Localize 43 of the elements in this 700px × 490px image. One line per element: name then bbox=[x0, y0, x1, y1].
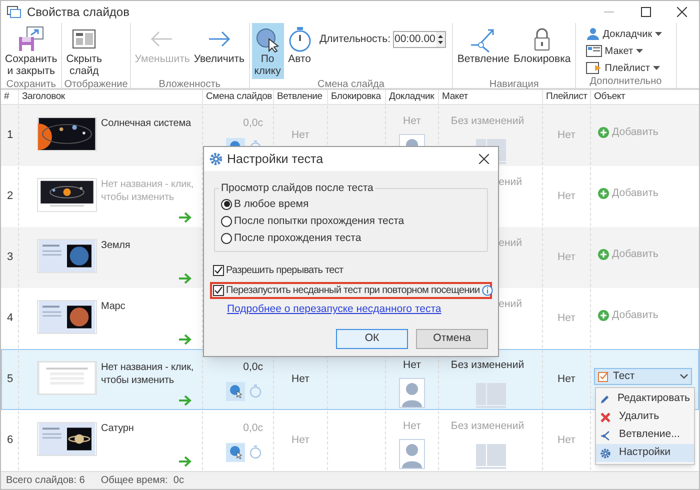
checkbox-label: Разрешить прерывать тест bbox=[226, 264, 344, 277]
playlist-text: Нет bbox=[558, 128, 576, 143]
presenter-text: Нет bbox=[403, 114, 421, 129]
dialog-title: Настройки теста bbox=[227, 150, 324, 168]
slide-count: Всего слайдов: 6 bbox=[6, 474, 85, 488]
layout-text: ений bbox=[498, 175, 522, 190]
branching-text: Нет bbox=[292, 432, 310, 448]
group-label: Отображение bbox=[64, 79, 128, 90]
checkbox-label: Перезапустить несданный тест при повторном посещении bbox=[226, 284, 480, 297]
slide-number: 6 bbox=[6, 433, 14, 448]
group-label: Вложенность bbox=[158, 79, 222, 90]
group-label: Сохранить bbox=[5, 79, 57, 90]
group-label: Смена слайда bbox=[316, 79, 386, 90]
playlist-text: Нет bbox=[558, 372, 576, 387]
duration-text: 0,0с bbox=[243, 360, 263, 375]
group-label: Дополнительно bbox=[588, 76, 663, 87]
layout-text: Без изменений bbox=[450, 114, 526, 129]
radio-label: В любое время bbox=[234, 197, 309, 211]
window-title: Свойства слайдов bbox=[27, 4, 130, 21]
layout-text: ений bbox=[498, 297, 522, 312]
presenter-text: Нет bbox=[403, 358, 421, 373]
playlist-text: Нет bbox=[558, 432, 576, 448]
slide-number: 1 bbox=[6, 128, 14, 144]
branching-text: Нет bbox=[292, 128, 310, 143]
group-label: Навигация bbox=[488, 79, 540, 90]
slide-number: 3 bbox=[6, 250, 14, 266]
radio-label: После попытки прохождения теста bbox=[234, 214, 404, 228]
slide-number: 2 bbox=[6, 189, 14, 204]
duration-text: 0,0с bbox=[243, 421, 263, 436]
playlist-text: Нет bbox=[558, 310, 576, 326]
layout-text: Без изменений bbox=[450, 419, 526, 434]
duration-text: 0,0с bbox=[243, 116, 263, 131]
presenter-text: Нет bbox=[403, 419, 421, 434]
slide-number: 5 bbox=[6, 372, 14, 388]
playlist-text: Нет bbox=[558, 188, 576, 204]
duration-label: Длительность: bbox=[320, 32, 390, 47]
branching-text: Нет bbox=[292, 372, 310, 387]
total-time: Общее время: 0с bbox=[100, 474, 184, 488]
layout-text: ений bbox=[498, 236, 522, 251]
slide-number: 4 bbox=[6, 311, 14, 326]
playlist-text: Нет bbox=[558, 250, 576, 265]
radio-label: После прохождения теста bbox=[234, 231, 362, 245]
layout-text: Без изменений bbox=[450, 358, 526, 373]
